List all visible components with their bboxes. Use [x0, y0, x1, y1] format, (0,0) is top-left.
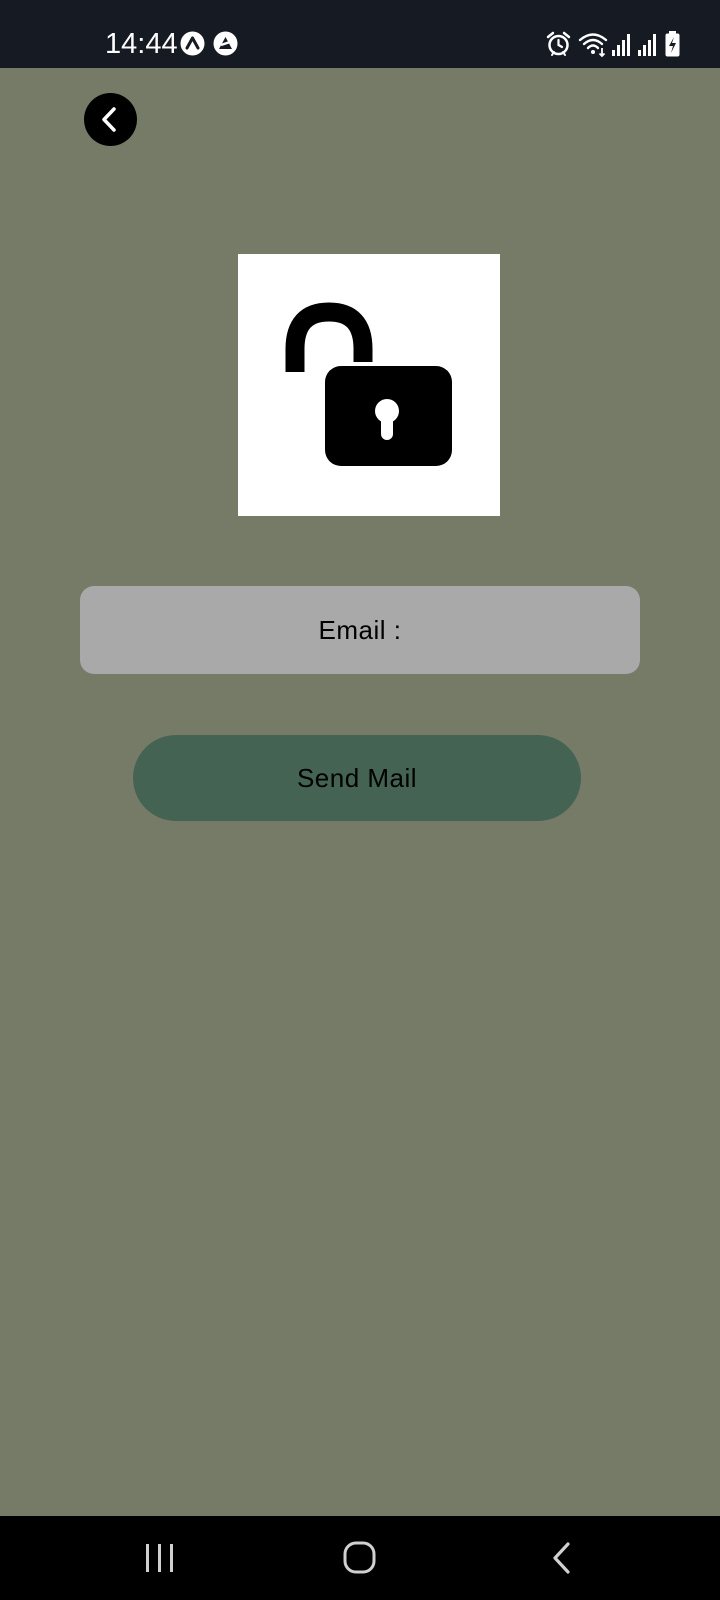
email-field[interactable]: Email :: [80, 586, 640, 674]
chevron-left-icon: [102, 107, 116, 132]
signal-icon: [611, 30, 633, 58]
status-time: 14:44: [105, 28, 178, 60]
alarm-icon: [546, 30, 571, 58]
signal-icon: [637, 30, 659, 58]
unlocked-padlock-icon: [285, 302, 452, 466]
home-button[interactable]: [300, 1516, 420, 1600]
main-screen: Email : Send Mail: [0, 68, 720, 1516]
email-label: Email :: [318, 614, 402, 645]
send-mail-button[interactable]: Send Mail: [133, 735, 581, 821]
wifi-icon: [578, 30, 608, 58]
home-icon: [343, 1541, 376, 1574]
battery-charging-icon: [664, 30, 682, 58]
status-bar: 14:44: [0, 0, 720, 68]
notification-b-icon: [213, 31, 238, 56]
recent-apps-icon: [146, 1544, 173, 1572]
back-icon: [553, 1542, 570, 1574]
recent-apps-button[interactable]: [100, 1516, 220, 1600]
nav-back-button[interactable]: [500, 1516, 620, 1600]
navigation-bar: [0, 1516, 720, 1600]
unlocked-padlock-image: [238, 254, 500, 516]
notification-a-icon: [180, 31, 205, 56]
back-button[interactable]: [84, 93, 137, 146]
